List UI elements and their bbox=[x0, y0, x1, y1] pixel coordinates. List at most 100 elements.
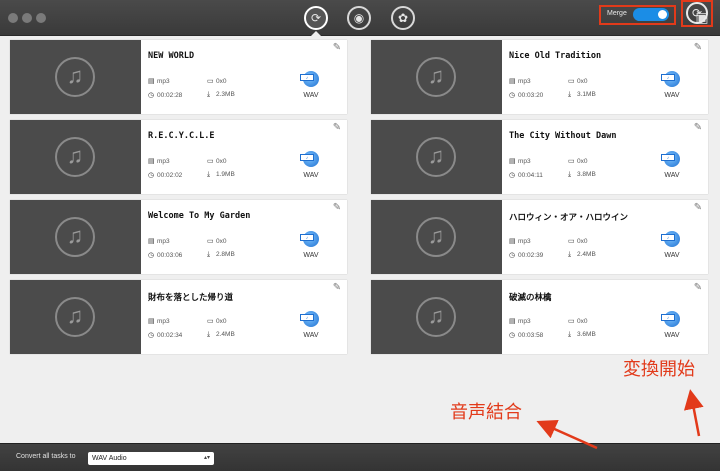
resolution-value: 0x0 bbox=[577, 318, 588, 325]
music-note-icon: ♫ bbox=[427, 223, 445, 248]
output-format-button[interactable]: ♪ bbox=[661, 66, 683, 90]
duration: ◷ 00:03:06 bbox=[148, 251, 182, 259]
convert-all-label: Convert all tasks to bbox=[16, 453, 76, 460]
task-card[interactable]: ♫ Welcome To My Garden ▤ mp3 ▭ 0x0 ◷ 00:03:06 ⤓ 2… bbox=[10, 200, 347, 274]
duration-value: 00:03:20 bbox=[518, 92, 544, 99]
file-size-value: 3.8MB bbox=[577, 171, 596, 178]
edit-pencil-icon[interactable]: ✎ bbox=[692, 42, 704, 54]
output-format-button[interactable]: ♪ bbox=[661, 306, 683, 330]
duration: ◷ 00:02:28 bbox=[148, 91, 182, 99]
task-card[interactable]: ♫ Nice Old Tradition ▤ mp3 ▭ 0x0 ◷ 00:03:20 ⤓ 3.1… bbox=[371, 40, 708, 114]
burn-mode-button[interactable]: ◉ bbox=[347, 6, 371, 30]
duration-value: 00:03:58 bbox=[518, 332, 544, 339]
source-format: ▤ mp3 bbox=[509, 157, 531, 165]
minimize-window-button[interactable] bbox=[22, 13, 32, 23]
wav-tag-icon: ♪ bbox=[661, 74, 675, 81]
source-format: ▤ mp3 bbox=[509, 237, 531, 245]
film-icon: ▤ bbox=[509, 158, 516, 165]
resolution: ▭ 0x0 bbox=[568, 237, 587, 245]
output-format-select[interactable]: WAV Audio ▴▾ bbox=[88, 452, 214, 465]
source-format-value: mp3 bbox=[157, 318, 170, 325]
task-card[interactable]: ♫ NEW WORLD ▤ mp3 ▭ 0x0 ◷ 00:02:28 ⤓ 2.3MB ✎ ♪ WAV bbox=[10, 40, 347, 114]
music-note-icon: ♫ bbox=[427, 63, 445, 88]
edit-pencil-icon[interactable]: ✎ bbox=[331, 42, 343, 54]
clock-icon: ◷ bbox=[509, 332, 516, 339]
convert-mode-button[interactable]: ⟳ bbox=[304, 6, 328, 30]
wav-tag-icon: ♪ bbox=[300, 74, 314, 81]
edit-pencil-icon[interactable]: ✎ bbox=[692, 202, 704, 214]
source-format: ▤ mp3 bbox=[509, 77, 531, 85]
clock-icon: ◷ bbox=[509, 172, 516, 179]
duration-value: 00:02:28 bbox=[157, 92, 183, 99]
bottom-bar: Convert all tasks to WAV Audio ▴▾ bbox=[0, 443, 720, 471]
film-icon: ▤ bbox=[509, 318, 516, 325]
resolution-value: 0x0 bbox=[216, 158, 227, 165]
file-size: ⤓ 3.1MB bbox=[568, 91, 596, 99]
file-size-value: 2.4MB bbox=[577, 251, 596, 258]
source-format-value: mp3 bbox=[157, 238, 170, 245]
chevron-updown-icon: ▴▾ bbox=[203, 455, 210, 461]
output-format-label: WAV bbox=[664, 332, 680, 339]
duration: ◷ 00:02:02 bbox=[148, 171, 182, 179]
file-size-value: 3.6MB bbox=[577, 331, 596, 338]
output-format-label: WAV bbox=[664, 252, 680, 259]
task-list: ♫ NEW WORLD ▤ mp3 ▭ 0x0 ◷ 00:02:28 ⤓ 2.3MB ✎ ♪ WAV ♫ N… bbox=[0, 36, 720, 443]
source-format: ▤ mp3 bbox=[148, 317, 170, 325]
resolution: ▭ 0x0 bbox=[207, 317, 226, 325]
edit-pencil-icon[interactable]: ✎ bbox=[692, 282, 704, 294]
duration-value: 00:02:34 bbox=[157, 332, 183, 339]
source-format: ▤ mp3 bbox=[148, 157, 170, 165]
start-conversion-button[interactable]: ⟳ bbox=[686, 2, 708, 24]
task-card[interactable]: ♫ 財布を落とした帰り道 ▤ mp3 ▭ 0x0 ◷ 00:02:34 ⤓ 2.4MB ✎ ♪ WAV bbox=[10, 280, 347, 354]
toolbox-mode-button[interactable]: ✿ bbox=[391, 6, 415, 30]
source-format-value: mp3 bbox=[518, 318, 531, 325]
monitor-icon: ▭ bbox=[568, 238, 575, 245]
download-icon: ⤓ bbox=[207, 91, 211, 98]
edit-pencil-icon[interactable]: ✎ bbox=[331, 282, 343, 294]
file-size-value: 3.1MB bbox=[577, 91, 596, 98]
download-icon: ⤓ bbox=[568, 331, 572, 338]
audio-thumbnail: ♫ bbox=[10, 120, 141, 194]
output-format-button[interactable]: ♪ bbox=[661, 226, 683, 250]
output-format-button[interactable]: ♪ bbox=[300, 226, 322, 250]
film-icon: ▤ bbox=[148, 238, 155, 245]
resolution-value: 0x0 bbox=[216, 78, 227, 85]
zoom-window-button[interactable] bbox=[36, 13, 46, 23]
duration: ◷ 00:04:11 bbox=[509, 171, 543, 179]
clock-icon: ◷ bbox=[148, 252, 155, 259]
resolution-value: 0x0 bbox=[216, 318, 227, 325]
file-size-value: 2.4MB bbox=[216, 331, 235, 338]
task-card[interactable]: ♫ R.E.C.Y.C.L.E ▤ mp3 ▭ 0x0 ◷ 00:02:02 ⤓ 1.9MB ✎ ♪ W… bbox=[10, 120, 347, 194]
task-title: Welcome To My Garden bbox=[148, 211, 251, 221]
task-title: The City Without Dawn bbox=[509, 131, 617, 141]
annotation-merge-audio: 音声結合 bbox=[450, 402, 522, 423]
merge-toggle[interactable] bbox=[633, 8, 669, 21]
resolution: ▭ 0x0 bbox=[207, 237, 226, 245]
close-window-button[interactable] bbox=[8, 13, 18, 23]
download-icon: ⤓ bbox=[568, 251, 572, 258]
film-icon: ▤ bbox=[148, 318, 155, 325]
task-card[interactable]: ♫ The City Without Dawn ▤ mp3 ▭ 0x0 ◷ 00:04:11 ⤓… bbox=[371, 120, 708, 194]
task-title: ハロウィン・オア・ハロウイン bbox=[509, 213, 629, 223]
output-format-button[interactable]: ♪ bbox=[300, 306, 322, 330]
resolution: ▭ 0x0 bbox=[207, 77, 226, 85]
edit-pencil-icon[interactable]: ✎ bbox=[331, 122, 343, 134]
output-format-label: WAV bbox=[303, 252, 319, 259]
audio-thumbnail: ♫ bbox=[371, 280, 502, 354]
task-title: R.E.C.Y.C.L.E bbox=[148, 131, 215, 141]
output-format-button[interactable]: ♪ bbox=[300, 146, 322, 170]
task-card[interactable]: ♫ ハロウィン・オア・ハロウイン ▤ mp3 ▭ 0x0 ◷ 00:02:39 ⤓ 2.4MB ✎ ♪… bbox=[371, 200, 708, 274]
file-size: ⤓ 2.4MB bbox=[207, 331, 235, 339]
audio-thumbnail: ♫ bbox=[371, 120, 502, 194]
wav-tag-icon: ♪ bbox=[661, 314, 675, 321]
edit-pencil-icon[interactable]: ✎ bbox=[692, 122, 704, 134]
download-icon: ⤓ bbox=[207, 171, 211, 178]
output-format-button[interactable]: ♪ bbox=[300, 66, 322, 90]
edit-pencil-icon[interactable]: ✎ bbox=[331, 202, 343, 214]
task-title: 破滅の林檎 bbox=[509, 293, 552, 303]
output-format-button[interactable]: ♪ bbox=[661, 146, 683, 170]
output-format-label: WAV bbox=[303, 172, 319, 179]
resolution: ▭ 0x0 bbox=[207, 157, 226, 165]
file-size: ⤓ 2.4MB bbox=[568, 251, 596, 259]
task-card[interactable]: ♫ 破滅の林檎 ▤ mp3 ▭ 0x0 ◷ 00:03:58 ⤓ 3.6MB ✎ ♪ WAV bbox=[371, 280, 708, 354]
